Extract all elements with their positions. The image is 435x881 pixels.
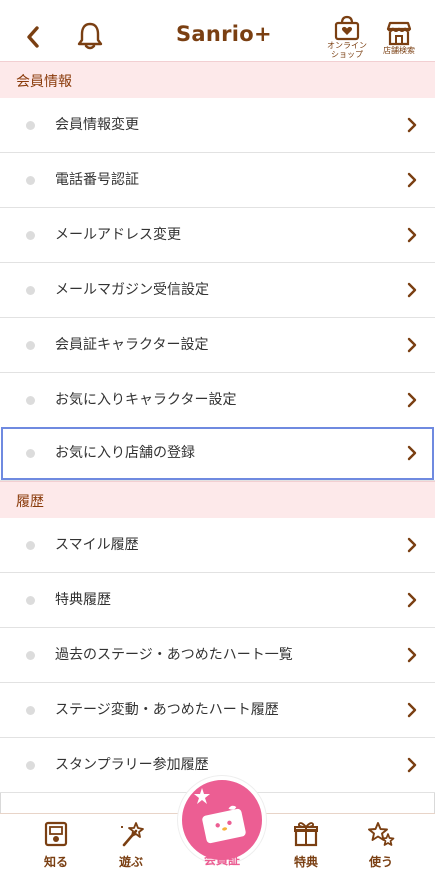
list-item-label: スマイル履歴 — [55, 537, 139, 553]
online-shop-button[interactable]: オンライン ショップ — [322, 12, 372, 62]
nav-tab-use[interactable]: 使う — [346, 814, 416, 874]
bullet-dot — [26, 341, 35, 350]
list-item-label: スタンプラリー参加履歴 — [55, 757, 209, 773]
section-header-member-info: 会員情報 — [0, 61, 435, 99]
nav-label-membership-card: 会員証 — [203, 853, 240, 867]
book-icon — [44, 821, 68, 847]
chevron-right-icon — [407, 282, 417, 298]
chevron-left-icon — [27, 26, 39, 48]
section-header-history: 履歴 — [0, 481, 435, 519]
bullet-dot — [26, 176, 35, 185]
chevron-right-icon — [407, 537, 417, 553]
bullet-dot — [26, 286, 35, 295]
list-item-benefit-history[interactable]: 特典履歴 — [0, 573, 435, 628]
store-icon — [386, 21, 412, 45]
list-item-label: 過去のステージ・あつめたハート一覧 — [55, 647, 293, 663]
app-header: Sanrio+ オンライン ショップ 店舗検索 — [0, 0, 435, 62]
list-item-newsletter-settings[interactable]: メールマガジン受信設定 — [0, 263, 435, 318]
notification-button[interactable] — [72, 18, 108, 54]
list-item-stage-change-history[interactable]: ステージ変動・あつめたハート履歴 — [0, 683, 435, 738]
section-title: 履歴 — [16, 494, 44, 510]
list-item-label: お気に入り店舗の登録 — [55, 445, 195, 461]
list-item-label: 電話番号認証 — [55, 172, 139, 188]
list-item-label: メールマガジン受信設定 — [55, 282, 209, 298]
chevron-right-icon — [407, 647, 417, 663]
list-item-label: メールアドレス変更 — [55, 227, 181, 243]
nav-tab-play[interactable]: 遊ぶ — [96, 814, 166, 874]
app-logo: Sanrio+ — [176, 22, 272, 46]
membership-card-icon — [194, 788, 246, 844]
nav-tab-benefits[interactable]: 特典 — [271, 814, 341, 874]
store-search-button[interactable]: 店舗検索 — [378, 14, 420, 60]
list-item-favorite-character-settings[interactable]: お気に入りキャラクター設定 — [0, 373, 435, 428]
chevron-right-icon — [407, 337, 417, 353]
list-item-card-character-settings[interactable]: 会員証キャラクター設定 — [0, 318, 435, 373]
list-item-phone-auth[interactable]: 電話番号認証 — [0, 153, 435, 208]
online-shop-label-2: ショップ — [331, 50, 363, 59]
bullet-dot — [26, 596, 35, 605]
list-item-label: 特典履歴 — [55, 592, 111, 608]
chevron-right-icon — [407, 757, 417, 773]
gift-icon — [294, 822, 318, 847]
list-item-favorite-store-registration[interactable]: お気に入り店舗の登録 — [0, 426, 435, 481]
list-item-label: ステージ変動・あつめたハート履歴 — [55, 702, 279, 718]
list-item-email-change[interactable]: メールアドレス変更 — [0, 208, 435, 263]
shopping-bag-heart-icon — [334, 15, 360, 41]
list-item-label: 会員情報変更 — [55, 117, 139, 133]
nav-label: 遊ぶ — [118, 855, 143, 869]
chevron-right-icon — [407, 172, 417, 188]
bullet-dot — [26, 761, 35, 770]
bullet-dot — [26, 396, 35, 405]
list-item-past-stages[interactable]: 過去のステージ・あつめたハート一覧 — [0, 628, 435, 683]
bullet-dot — [26, 449, 35, 458]
chevron-right-icon — [407, 702, 417, 718]
nav-label: 特典 — [293, 855, 318, 869]
nav-label: 使う — [368, 855, 393, 869]
list-item-label: 会員証キャラクター設定 — [55, 337, 209, 353]
nav-tab-know[interactable]: 知る — [21, 814, 91, 874]
store-search-label: 店舗検索 — [383, 45, 415, 55]
chevron-right-icon — [407, 392, 417, 408]
nav-label: 知る — [43, 855, 68, 869]
bell-icon — [77, 22, 103, 50]
bullet-dot — [26, 651, 35, 660]
chevron-right-icon — [407, 227, 417, 243]
chevron-right-icon — [407, 117, 417, 133]
chevron-right-icon — [407, 445, 417, 461]
list-item-smile-history[interactable]: スマイル履歴 — [0, 518, 435, 573]
list-item-label: お気に入りキャラクター設定 — [55, 392, 237, 408]
bullet-dot — [26, 706, 35, 715]
online-shop-label-1: オンライン — [327, 41, 367, 50]
stars-icon — [368, 822, 395, 846]
magic-wand-icon — [121, 822, 144, 847]
bullet-dot — [26, 231, 35, 240]
section-title: 会員情報 — [16, 74, 72, 90]
back-button[interactable] — [18, 22, 48, 52]
bullet-dot — [26, 121, 35, 130]
chevron-right-icon — [407, 592, 417, 608]
bullet-dot — [26, 541, 35, 550]
list-item-member-info-edit[interactable]: 会員情報変更 — [0, 98, 435, 153]
